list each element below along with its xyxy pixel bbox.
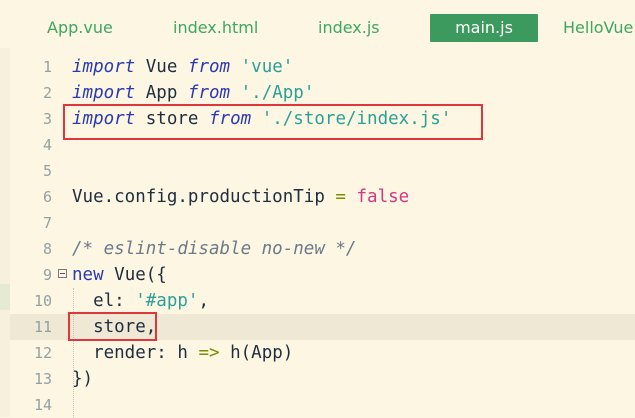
code-text: /* eslint-disable no-new */ [72, 236, 356, 262]
line-number: 2 [42, 84, 52, 102]
line-number: 13 [33, 370, 52, 388]
highlight-box-import-store [63, 104, 483, 140]
highlight-box-store-option [68, 312, 157, 341]
code-line[interactable]: 13}) [10, 366, 635, 392]
tab-hellovue[interactable]: HelloVue [563, 14, 633, 42]
indent-guide [73, 288, 74, 418]
line-number: 14 [33, 396, 52, 414]
code-line[interactable]: 6 Vue.config.productionTip = false [10, 184, 635, 210]
code-line[interactable]: 9 new Vue({ [10, 262, 635, 288]
code-line[interactable]: 12 render: h => h(App) [10, 340, 635, 366]
tab-index-html[interactable]: index.html [173, 14, 258, 42]
code-token: 'vue' [240, 57, 294, 77]
tab-main-js[interactable]: main.js [430, 14, 538, 42]
line-number: 1 [42, 58, 52, 76]
tab-app-vue[interactable]: App.vue [47, 14, 113, 42]
line-number: 4 [42, 136, 52, 154]
code-token: }) [72, 369, 94, 389]
line-number: 12 [33, 344, 52, 362]
line-number: 7 [42, 214, 52, 232]
code-token: el: [72, 291, 125, 311]
code-text: Vue.config.productionTip = false [72, 184, 409, 210]
line-number: 10 [33, 292, 52, 310]
code-line[interactable]: 5 [10, 158, 635, 184]
line-number: 5 [42, 162, 52, 180]
code-token: import [72, 83, 136, 103]
code-line[interactable]: 2 import App from './App' [10, 80, 635, 106]
code-token: from [187, 57, 231, 77]
code-token: Vue [145, 57, 178, 77]
tab-bar: App.vue index.html index.js main.js Hell… [0, 0, 635, 48]
code-token: App [145, 83, 178, 103]
code-line[interactable]: 7 [10, 210, 635, 236]
gutter-marker [0, 284, 10, 310]
code-token: /* eslint-disable no-new */ [72, 239, 357, 259]
code-token: Vue.config.productionTip [72, 187, 325, 207]
code-text: }) [72, 366, 93, 392]
code-token: => [198, 343, 220, 363]
code-token: false [356, 187, 410, 207]
code-token: '#app' [135, 291, 199, 311]
line-number: 8 [42, 240, 52, 258]
code-token: new [72, 265, 104, 285]
code-token: Vue({ [114, 265, 167, 285]
code-text: render: h => h(App) [72, 340, 293, 366]
code-token: = [335, 187, 346, 207]
code-token: h(App) [230, 343, 294, 363]
code-token: render: [72, 343, 167, 363]
code-token: , [198, 291, 209, 311]
code-text: el: '#app', [72, 288, 209, 314]
line-number: 11 [33, 318, 52, 336]
code-token: './App' [240, 83, 315, 103]
code-text: new Vue({ [72, 262, 167, 288]
code-line[interactable]: 1 import Vue from 'vue' [10, 54, 635, 80]
line-number: 6 [42, 188, 52, 206]
code-token: import [72, 57, 136, 77]
left-gutter-strip [0, 48, 10, 417]
line-number: 9 [42, 266, 52, 284]
code-line[interactable]: 8 /* eslint-disable no-new */ [10, 236, 635, 262]
line-number: 3 [42, 110, 52, 128]
tab-index-js[interactable]: index.js [318, 14, 380, 42]
code-line[interactable]: 14 [10, 392, 635, 418]
code-text: import Vue from 'vue' [72, 54, 293, 80]
fold-toggle-icon[interactable] [58, 269, 67, 278]
code-token: h [177, 343, 188, 363]
code-token: from [187, 83, 231, 103]
code-line[interactable]: 10 el: '#app', [10, 288, 635, 314]
code-text: import App from './App' [72, 80, 314, 106]
